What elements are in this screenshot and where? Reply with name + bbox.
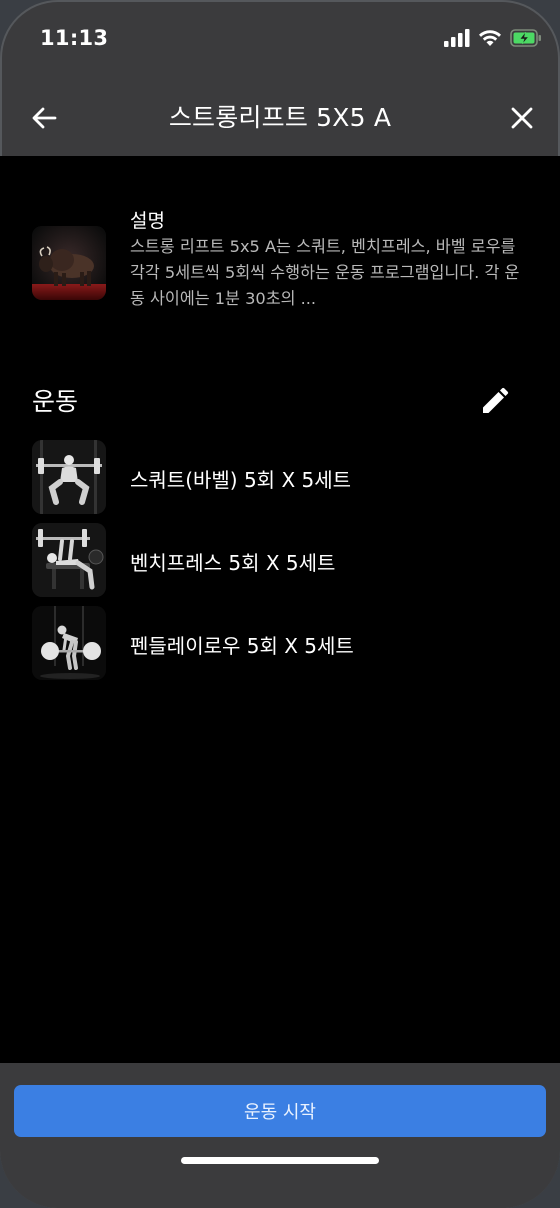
pencil-icon	[483, 387, 509, 413]
exercise-thumbnail	[32, 523, 106, 597]
status-bar: 11:13	[0, 0, 560, 82]
status-icons	[444, 26, 542, 50]
home-indicator[interactable]	[181, 1157, 379, 1164]
pendlay-row-figure-image	[32, 606, 106, 680]
signal-icon	[444, 29, 470, 47]
close-icon	[511, 107, 533, 129]
exercise-label: 스쿼트(바벨) 5회 X 5세트	[130, 468, 352, 492]
description-block[interactable]: 설명 스트롱 리프트 5x5 A는 스쿼트, 벤치프레스, 바벨 로우를 각각 …	[0, 202, 560, 322]
exercise-item-pendlay-row[interactable]: 펜들레이로우 5회 X 5세트	[0, 606, 560, 682]
bull-image	[32, 226, 106, 300]
description-title: 설명	[130, 210, 165, 232]
battery-charging-icon	[510, 29, 541, 47]
exercise-item-bench-press[interactable]: 벤치프레스 5회 X 5세트	[0, 523, 560, 599]
squat-figure-image	[32, 440, 106, 514]
phone-frame: 11:13 스트롱리프트 5X5 A 설명 스트롱 리프트 5x5 A는 스쿼트…	[0, 0, 560, 1208]
exercise-thumbnail	[32, 606, 106, 680]
description-text: 스트롱 리프트 5x5 A는 스쿼트, 벤치프레스, 바벨 로우를 각각 5세트…	[130, 237, 520, 308]
exercise-thumbnail	[32, 440, 106, 514]
exercise-label: 벤치프레스 5회 X 5세트	[130, 551, 336, 575]
status-time: 11:13	[40, 26, 109, 50]
program-thumbnail	[32, 226, 106, 300]
exercises-section-title: 운동	[32, 387, 79, 416]
exercise-item-squat[interactable]: 스쿼트(바벨) 5회 X 5세트	[0, 440, 560, 516]
bench-press-figure-image	[32, 523, 106, 597]
navigation-bar: 스트롱리프트 5X5 A	[0, 82, 560, 156]
bottom-bar: 운동 시작	[0, 1063, 560, 1208]
start-workout-button[interactable]: 운동 시작	[14, 1085, 546, 1137]
main-content: 설명 스트롱 리프트 5x5 A는 스쿼트, 벤치프레스, 바벨 로우를 각각 …	[0, 156, 560, 1063]
close-button[interactable]	[502, 98, 542, 138]
exercise-label: 펜들레이로우 5회 X 5세트	[130, 634, 354, 658]
edit-exercises-button[interactable]	[474, 382, 514, 422]
wifi-icon	[479, 30, 501, 46]
page-title: 스트롱리프트 5X5 A	[168, 103, 392, 132]
